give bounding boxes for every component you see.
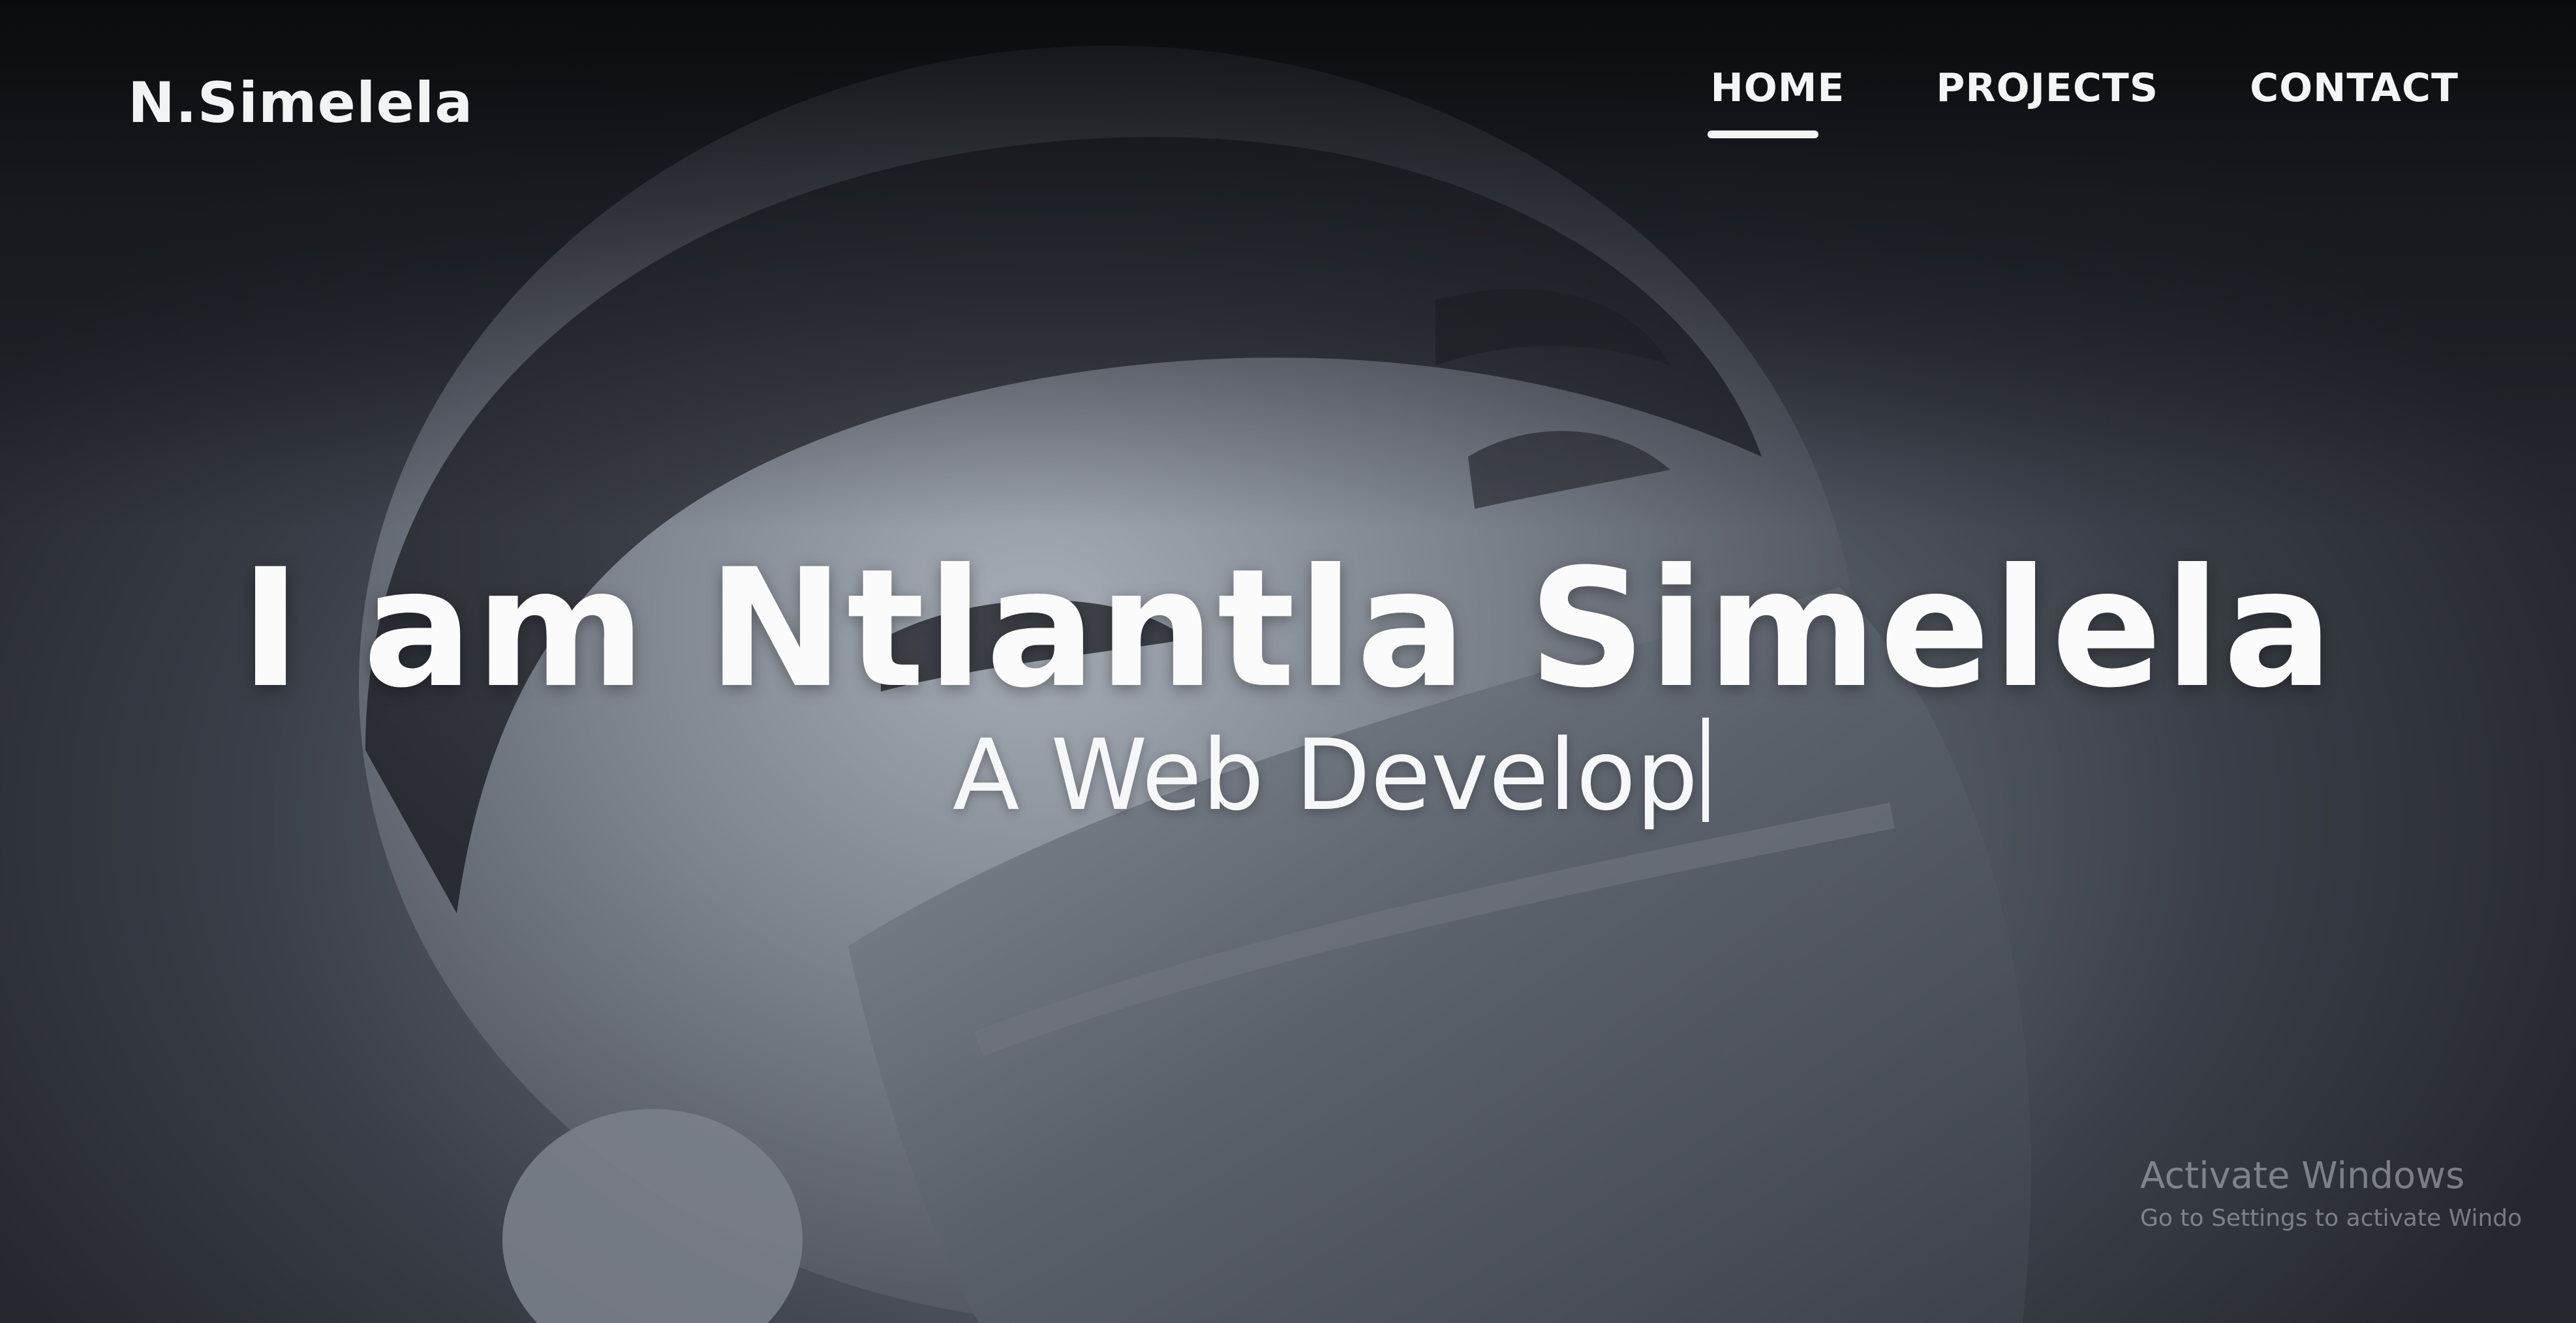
hero-section: I am Ntlantla Simelela A Web Develop <box>0 0 2576 1323</box>
hero-subtitle-text: A Web Develop <box>953 719 1698 832</box>
nav-contact-link[interactable]: CONTACT <box>2250 65 2459 111</box>
hero-subtitle: A Web Develop <box>953 718 1709 832</box>
typing-cursor <box>1702 718 1709 822</box>
nav-projects-link[interactable]: PROJECTS <box>1936 65 2158 111</box>
brand-logo[interactable]: N.Simelela <box>128 70 473 136</box>
navbar: N.Simelela HOME PROJECTS CONTACT <box>0 0 2576 196</box>
activate-windows-watermark: Activate Windows Go to Settings to activ… <box>2140 1155 2522 1232</box>
portfolio-page: N.Simelela HOME PROJECTS CONTACT I am Nt… <box>0 0 2576 1323</box>
hero-title: I am Ntlantla Simelela <box>240 533 2336 723</box>
nav-home-link[interactable]: HOME <box>1708 65 1845 138</box>
watermark-subtitle: Go to Settings to activate Windo <box>2140 1205 2522 1232</box>
watermark-title: Activate Windows <box>2140 1155 2465 1197</box>
main-nav: HOME PROJECTS CONTACT <box>1708 65 2459 138</box>
